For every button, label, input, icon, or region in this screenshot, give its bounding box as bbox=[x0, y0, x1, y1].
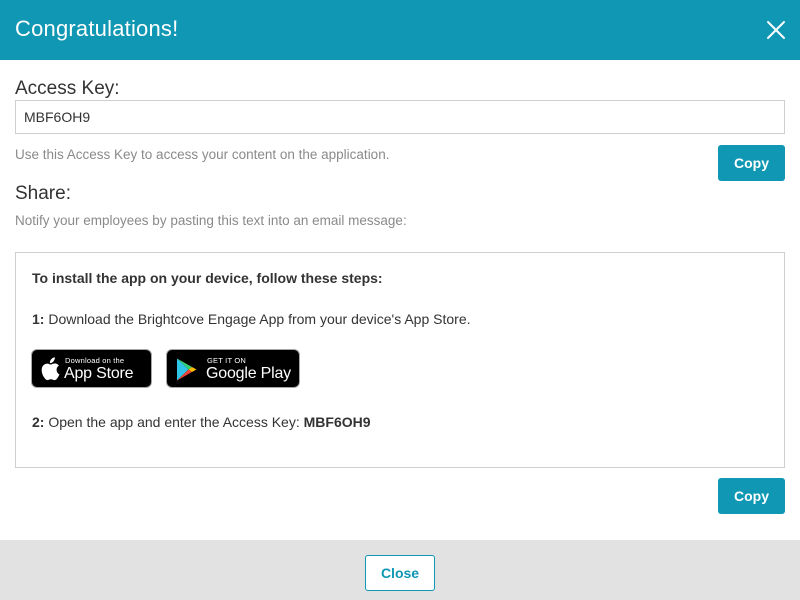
google-play-small-text: GET IT ON bbox=[207, 356, 247, 365]
step-2-number: 2: bbox=[32, 414, 45, 430]
app-store-badge[interactable]: Download on the App Store bbox=[31, 349, 152, 388]
close-button[interactable]: Close bbox=[365, 555, 435, 591]
share-message-box[interactable]: To install the app on your device, follo… bbox=[15, 252, 785, 468]
close-icon[interactable] bbox=[764, 18, 788, 42]
share-step-1: 1: Download the Brightcove Engage App fr… bbox=[32, 311, 471, 327]
step-1-text: Download the Brightcove Engage App from … bbox=[44, 311, 471, 327]
access-key-help-text: Use this Access Key to access your conte… bbox=[15, 147, 390, 162]
step-2-text: Open the app and enter the Access Key: bbox=[44, 414, 304, 430]
share-label: Share: bbox=[15, 183, 71, 204]
step-1-number: 1: bbox=[32, 311, 45, 327]
google-play-badge[interactable]: GET IT ON Google Play bbox=[166, 349, 300, 388]
share-help-text: Notify your employees by pasting this te… bbox=[15, 213, 407, 228]
dialog-title: Congratulations! bbox=[15, 16, 179, 41]
step-2-access-key: MBF6OH9 bbox=[303, 414, 371, 430]
google-play-big-text: Google Play bbox=[206, 365, 291, 382]
copy-share-text-button[interactable]: Copy bbox=[718, 478, 785, 514]
copy-access-key-button[interactable]: Copy bbox=[718, 145, 785, 181]
apple-icon bbox=[41, 357, 60, 381]
share-heading: To install the app on your device, follo… bbox=[32, 270, 383, 286]
app-store-big-text: App Store bbox=[64, 365, 134, 382]
share-step-2: 2: Open the app and enter the Access Key… bbox=[32, 414, 371, 430]
dialog-footer: Close bbox=[0, 540, 800, 600]
app-store-small-text: Download on the bbox=[65, 356, 125, 365]
dialog-header: Congratulations! bbox=[0, 0, 800, 60]
access-key-label: Access Key: bbox=[15, 78, 120, 99]
google-play-icon bbox=[177, 358, 197, 381]
access-key-input[interactable] bbox=[15, 100, 785, 134]
